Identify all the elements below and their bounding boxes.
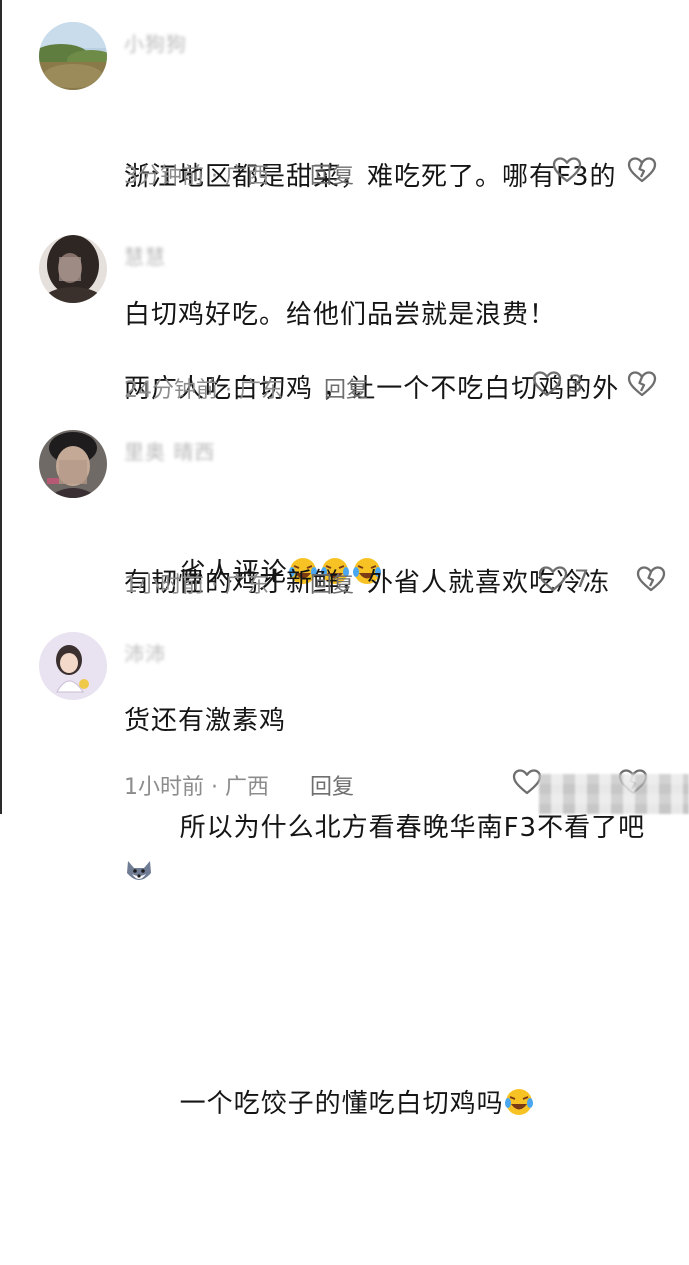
like-button[interactable]: 7: [538, 565, 589, 593]
meta-separator: ·: [225, 378, 232, 403]
laughing-crying-emoji-icon: [504, 1089, 533, 1115]
avatar[interactable]: [39, 430, 107, 498]
avatar[interactable]: [39, 235, 107, 303]
location: 广西: [225, 775, 270, 800]
left-window-edge: [0, 0, 2, 814]
meta-separator: ·: [211, 775, 218, 800]
watermark-mosaic: [539, 774, 689, 814]
dislike-button[interactable]: [627, 370, 657, 402]
dislike-button[interactable]: [627, 156, 657, 188]
comment-meta: 1小时前 · 广西 回复: [124, 769, 354, 801]
heart-outline-icon: [538, 566, 568, 592]
meta-separator: ·: [211, 164, 218, 189]
avatar[interactable]: [39, 632, 107, 700]
comment-meta: 24分钟前 · 广东 回复: [124, 372, 368, 404]
comment-line: 所以为什么北方看春晚华南F3不看了吧: [179, 813, 646, 843]
reply-button[interactable]: 回复: [310, 573, 354, 598]
timestamp: 24分钟前: [124, 378, 218, 403]
avatar[interactable]: [39, 22, 107, 90]
timestamp: 1小时前: [124, 775, 204, 800]
reply-button[interactable]: 回复: [310, 775, 354, 800]
username[interactable]: 沛沛: [124, 638, 166, 667]
timestamp: 3分钟前: [124, 164, 204, 189]
location: 广东: [239, 378, 284, 403]
wolf-face-emoji-icon: [127, 861, 151, 880]
heart-outline-icon: [532, 371, 562, 397]
comment-meta: 1小时前 · 广东 回复: [124, 567, 354, 599]
comment-line-with-emoji: 一个吃饺子的懂吃白切鸡吗: [124, 1035, 654, 1173]
heart-outline-icon: [512, 769, 542, 795]
username[interactable]: 里奥 晴西: [124, 436, 215, 465]
broken-heart-icon: [627, 157, 657, 183]
dislike-button[interactable]: [636, 565, 666, 597]
location: 广东: [225, 573, 270, 598]
reply-button[interactable]: 回复: [310, 164, 354, 189]
meta-separator: ·: [211, 573, 218, 598]
comment-text: 所以为什么北方看春晚华南F3不看了吧 一个吃饺子的懂吃白切鸡吗: [124, 667, 654, 1265]
broken-heart-icon: [636, 566, 666, 592]
like-button[interactable]: 3: [532, 370, 583, 398]
timestamp: 1小时前: [124, 573, 204, 598]
location: 广西: [225, 164, 270, 189]
username[interactable]: 小狗狗: [124, 28, 187, 57]
comment-line: 一个吃饺子的懂吃白切鸡吗: [179, 1089, 504, 1119]
comment-meta: 3分钟前 · 广西 回复: [124, 158, 354, 190]
like-button[interactable]: [552, 156, 588, 184]
username[interactable]: 慧慧: [124, 241, 166, 270]
reply-button[interactable]: 回复: [324, 378, 368, 403]
broken-heart-icon: [627, 371, 657, 397]
heart-outline-icon: [552, 157, 582, 183]
like-count: 3: [568, 370, 584, 398]
like-count: 7: [574, 565, 590, 593]
